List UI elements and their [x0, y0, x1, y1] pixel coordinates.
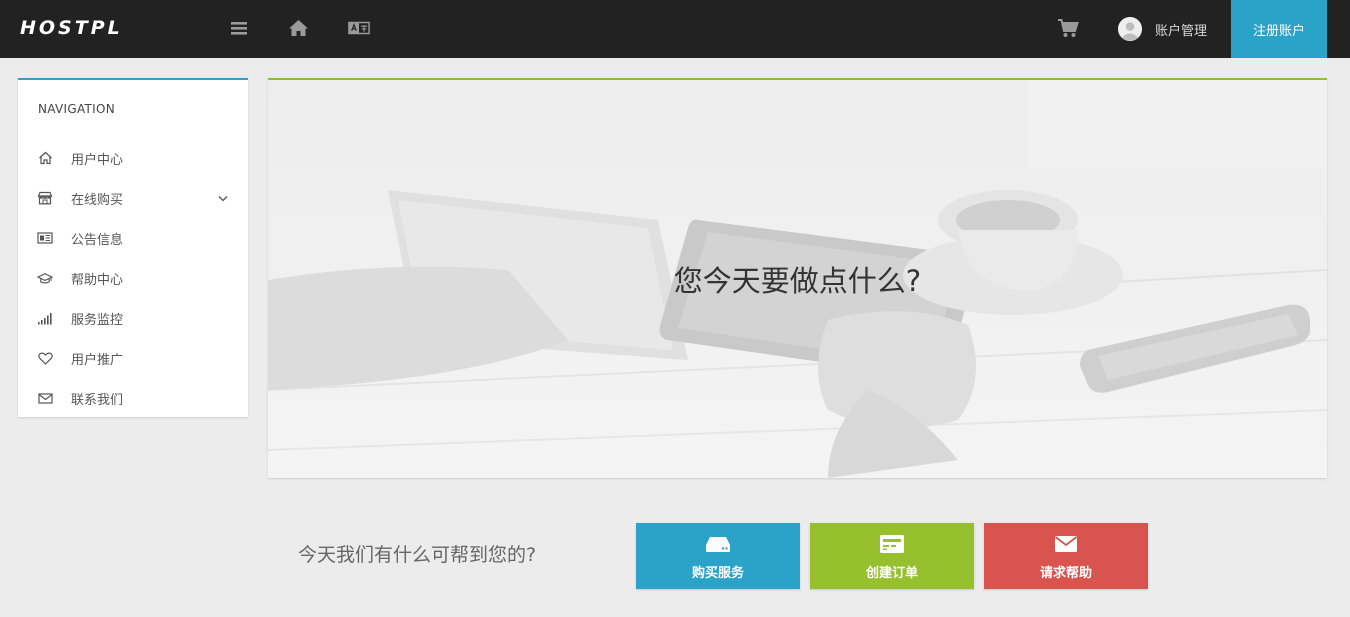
create-order-button[interactable]: 创建订单 [810, 523, 974, 589]
cart-icon[interactable] [1057, 17, 1079, 39]
language-icon[interactable] [348, 17, 370, 39]
sidebar-item-user-center[interactable]: 用户中心 [18, 138, 248, 178]
help-prompt: 今天我们有什么可帮到您的? [298, 544, 537, 566]
register-button[interactable]: 注册账户 [1231, 0, 1327, 58]
hero-title: 您今天要做点什么? [673, 264, 922, 298]
sidebar: NAVIGATION 用户中心 在线购买 公告信息 帮助中心 服务监控 用户推广… [18, 78, 248, 417]
sidebar-item-label: 公告信息 [71, 232, 124, 248]
sidebar-item-announcements[interactable]: 公告信息 [18, 218, 248, 258]
sidebar-item-label: 用户推广 [71, 352, 124, 368]
logo[interactable]: HOSTPL [20, 17, 123, 39]
sidebar-item-help-center[interactable]: 帮助中心 [18, 258, 248, 298]
store-icon [37, 190, 53, 206]
avatar-icon [1118, 17, 1142, 41]
account-label: 账户管理 [1155, 23, 1208, 39]
server-icon [636, 533, 800, 555]
create-order-label: 创建订单 [865, 566, 918, 581]
sidebar-item-label: 用户中心 [71, 152, 124, 168]
hero-banner: 您今天要做点什么? [268, 78, 1327, 478]
buy-service-label: 购买服务 [691, 566, 744, 581]
request-help-label: 请求帮助 [1039, 566, 1092, 581]
buy-service-button[interactable]: 购买服务 [636, 523, 800, 589]
heart-icon [37, 350, 53, 366]
signal-icon [37, 310, 53, 326]
sidebar-item-contact-us[interactable]: 联系我们 [18, 378, 248, 418]
envelope-icon [984, 533, 1148, 555]
home-icon[interactable] [287, 17, 309, 39]
home-icon [37, 150, 53, 166]
top-bar: HOSTPL 账户管理 注册账户 [0, 0, 1350, 58]
nav-title: NAVIGATION [38, 102, 116, 116]
sidebar-item-user-promotion[interactable]: 用户推广 [18, 338, 248, 378]
chevron-down-icon[interactable] [217, 192, 229, 204]
sidebar-item-label: 帮助中心 [71, 272, 124, 288]
menu-icon[interactable] [228, 17, 250, 39]
request-help-button[interactable]: 请求帮助 [984, 523, 1148, 589]
sidebar-item-label: 服务监控 [71, 312, 124, 328]
sidebar-item-label: 在线购买 [71, 192, 124, 208]
envelope-icon [37, 390, 53, 406]
newspaper-icon [37, 230, 53, 246]
sidebar-item-online-purchase[interactable]: 在线购买 [18, 178, 248, 218]
sidebar-item-label: 联系我们 [71, 392, 124, 408]
account-menu[interactable]: 账户管理 [1118, 16, 1207, 42]
credit-card-icon [810, 533, 974, 555]
graduation-cap-icon [37, 270, 53, 286]
sidebar-item-service-monitoring[interactable]: 服务监控 [18, 298, 248, 338]
